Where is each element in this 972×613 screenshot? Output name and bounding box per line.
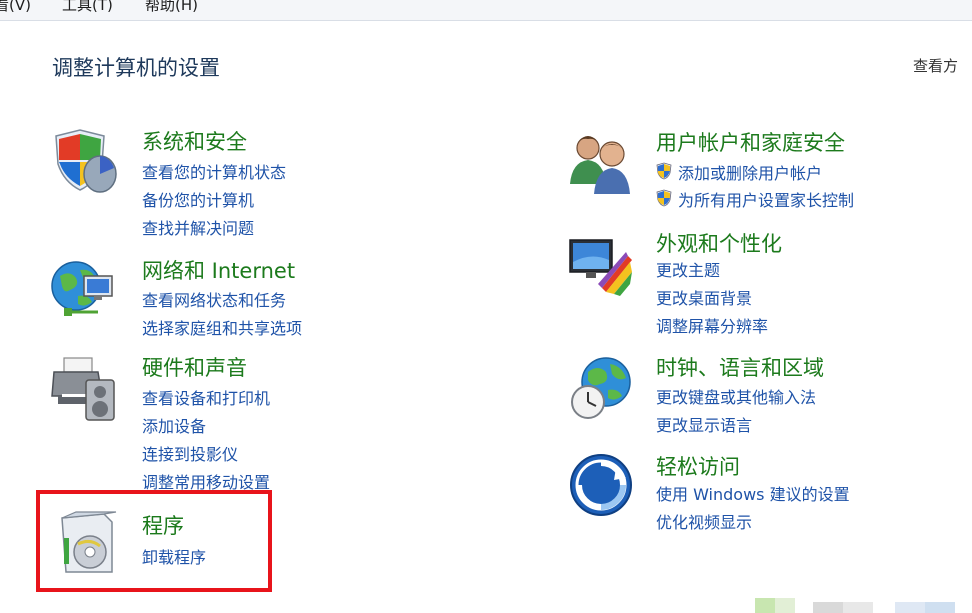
menu-view[interactable]: 看(V): [0, 0, 31, 15]
link-optimize-display[interactable]: 优化视频显示: [656, 509, 752, 533]
link-network-status[interactable]: 查看网络状态和任务: [142, 287, 286, 311]
link-connect-projector[interactable]: 连接到投影仪: [142, 441, 238, 465]
link-change-theme[interactable]: 更改主题: [656, 257, 720, 281]
category-title[interactable]: 硬件和声音: [142, 352, 247, 382]
link-view-computer-status[interactable]: 查看您的计算机状态: [142, 159, 286, 183]
category-title[interactable]: 系统和安全: [142, 126, 247, 156]
link-devices-printers[interactable]: 查看设备和打印机: [142, 385, 270, 409]
highlight-box: [36, 490, 272, 592]
uac-shield-icon: [656, 162, 672, 180]
link-change-display-language[interactable]: 更改显示语言: [656, 412, 752, 436]
link-add-remove-accounts[interactable]: 添加或删除用户帐户: [656, 160, 822, 184]
uac-shield-icon: [656, 189, 672, 207]
watermark-mosaic: [755, 598, 955, 613]
link-screen-resolution[interactable]: 调整屏幕分辨率: [656, 313, 768, 337]
menu-tools[interactable]: 工具(T): [62, 0, 113, 15]
link-change-background[interactable]: 更改桌面背景: [656, 285, 752, 309]
link-troubleshoot[interactable]: 查找并解决问题: [142, 215, 254, 239]
link-label: 添加或删除用户帐户: [678, 164, 823, 183]
shield-icon: [55, 129, 117, 193]
link-change-keyboard[interactable]: 更改键盘或其他输入法: [656, 384, 816, 408]
printer-speaker-icon: [51, 357, 115, 421]
users-icon: [570, 136, 630, 194]
link-backup-computer[interactable]: 备份您的计算机: [142, 187, 254, 211]
view-by-label[interactable]: 查看方: [913, 55, 958, 76]
category-title[interactable]: 网络和 Internet: [142, 255, 295, 285]
globe-clock-icon: [571, 357, 631, 419]
category-title[interactable]: 用户帐户和家庭安全: [656, 127, 845, 157]
page-title: 调整计算机的设置: [52, 56, 220, 80]
menu-bar: 看(V) 工具(T) 帮助(H): [0, 0, 972, 21]
link-add-device[interactable]: 添加设备: [142, 413, 206, 437]
category-title[interactable]: 轻松访问: [656, 451, 740, 481]
link-homegroup-sharing[interactable]: 选择家庭组和共享选项: [142, 315, 302, 339]
link-windows-recommended[interactable]: 使用 Windows 建议的设置: [656, 481, 850, 505]
category-title[interactable]: 外观和个性化: [656, 228, 782, 258]
link-label: 为所有用户设置家长控制: [678, 191, 855, 210]
monitor-palette-icon: [569, 239, 632, 296]
menu-help[interactable]: 帮助(H): [145, 0, 198, 15]
link-parental-controls[interactable]: 为所有用户设置家长控制: [656, 187, 854, 211]
category-title[interactable]: 时钟、语言和区域: [656, 352, 824, 382]
network-globe-icon: [51, 261, 113, 316]
ease-of-access-icon: [570, 454, 632, 516]
